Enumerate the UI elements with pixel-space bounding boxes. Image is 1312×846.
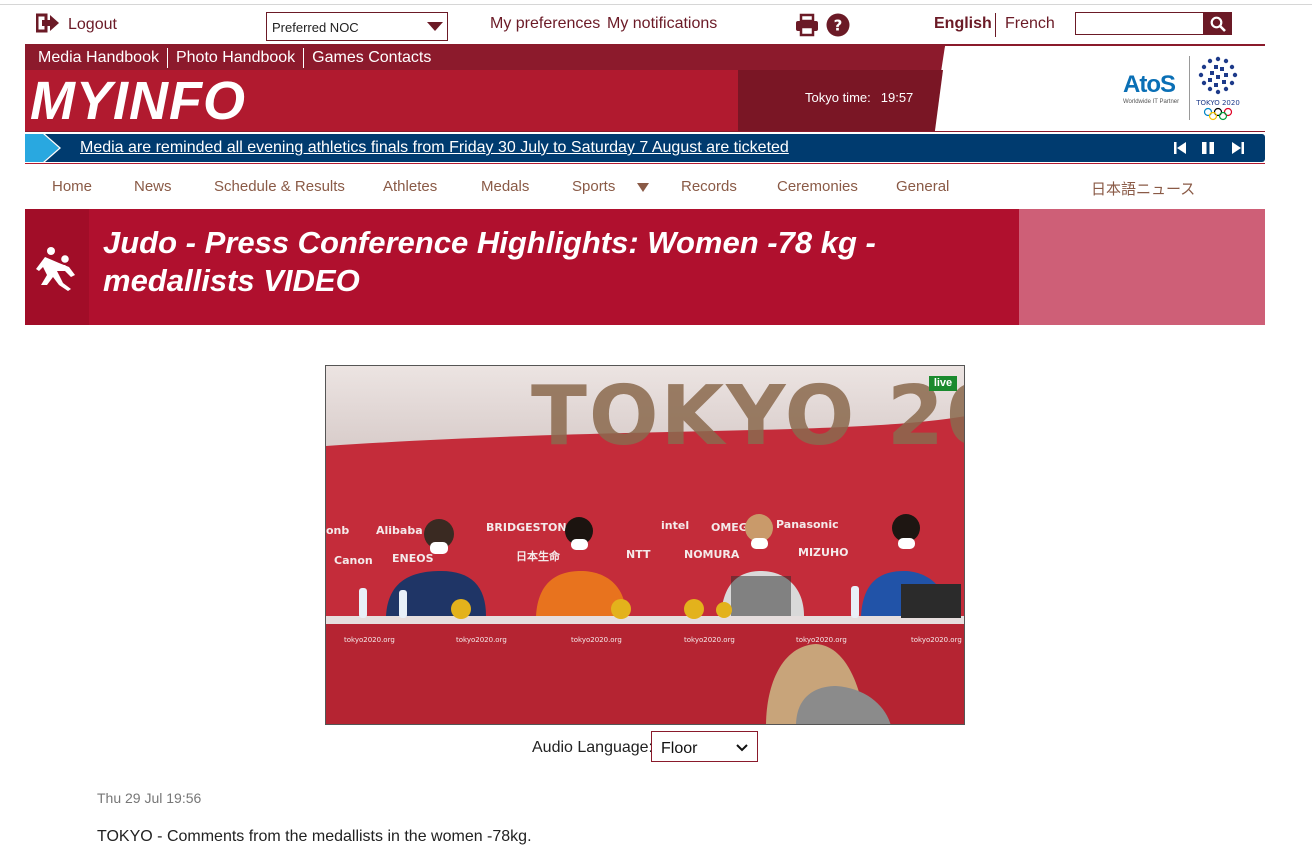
svg-text:NOMURA: NOMURA (684, 548, 740, 561)
pause-icon[interactable] (1201, 140, 1215, 156)
emblem-text: TOKYO 2020 (1196, 99, 1240, 107)
nav-schedule-results[interactable]: Schedule & Results (214, 178, 345, 195)
audio-language-select[interactable]: Floor (651, 731, 758, 762)
my-preferences-link[interactable]: My preferences (490, 15, 600, 33)
nav-medals[interactable]: Medals (481, 178, 529, 195)
video-url-text-5: tokyo2020.org (796, 636, 847, 644)
svg-text:Alibaba: Alibaba (376, 524, 423, 537)
nav-news[interactable]: News (134, 178, 172, 195)
nav-general[interactable]: General (896, 178, 949, 195)
language-divider (995, 13, 996, 37)
svg-text:日本生命: 日本生命 (516, 549, 561, 563)
atos-logo: AtoS Worldwide IT Partner (1123, 72, 1187, 106)
tokyo-time: Tokyo time: 19:57 (805, 90, 913, 105)
video-url-text-2: tokyo2020.org (456, 636, 507, 644)
games-contacts-link[interactable]: Games Contacts (304, 48, 439, 68)
svg-text:Canon: Canon (334, 554, 373, 567)
svg-text:NTT: NTT (626, 548, 651, 561)
sports-dropdown-icon[interactable] (637, 183, 649, 192)
media-handbook-link[interactable]: Media Handbook (30, 48, 168, 68)
svg-text:ENEOS: ENEOS (392, 552, 434, 565)
audio-language-label: Audio Language: (532, 739, 653, 756)
ticker-message-link[interactable]: Media are reminded all evening athletics… (80, 139, 789, 157)
video-url-text-1: tokyo2020.org (344, 636, 395, 644)
header-top-line (25, 44, 1265, 46)
svg-text:MIZUHO: MIZUHO (798, 546, 849, 559)
logout-link[interactable]: Logout (35, 13, 117, 38)
print-icon[interactable] (795, 13, 819, 37)
search-input[interactable] (1075, 12, 1204, 35)
chevron-down-icon (736, 744, 748, 752)
language-french-link[interactable]: French (1005, 15, 1055, 33)
handbook-links: Media Handbook Photo Handbook Games Cont… (30, 47, 439, 69)
audio-language-value: Floor (661, 740, 698, 757)
help-icon[interactable]: ? (826, 13, 850, 37)
article-body: TOKYO - Comments from the medallists in … (97, 828, 532, 845)
nav-ceremonies[interactable]: Ceremonies (777, 178, 858, 195)
judo-icon (25, 209, 89, 325)
language-english-link[interactable]: English (934, 15, 992, 33)
svg-text:BRIDGESTONE: BRIDGESTONE (486, 521, 574, 534)
logo-divider (1189, 56, 1190, 120)
site-title[interactable]: MYINFO (30, 72, 246, 130)
skip-previous-icon[interactable] (1173, 140, 1187, 156)
top-divider (0, 4, 1312, 5)
svg-text:?: ? (834, 17, 843, 35)
skip-next-icon[interactable] (1231, 140, 1245, 156)
nav-sports[interactable]: Sports (572, 178, 615, 195)
search-button[interactable] (1204, 12, 1232, 35)
video-url-text-6: tokyo2020.org (911, 636, 962, 644)
atos-tagline: Worldwide IT Partner (1123, 99, 1180, 105)
preferred-noc-select[interactable]: Preferred NOC (266, 12, 448, 41)
chevron-down-icon (427, 22, 443, 31)
video-url-text-3: tokyo2020.org (571, 636, 622, 644)
nav-japanese-news[interactable]: 日本語ニュース (1091, 178, 1195, 199)
logout-label: Logout (68, 16, 117, 33)
svg-text:onb: onb (326, 524, 349, 537)
live-badge: live (929, 376, 957, 391)
my-notifications-link[interactable]: My notifications (607, 15, 717, 33)
logout-icon (35, 13, 60, 38)
nav-records[interactable]: Records (681, 178, 737, 195)
atos-logo-text: AtoS (1123, 71, 1176, 98)
tokyo-2020-emblem: TOKYO 2020 (1195, 55, 1240, 123)
header-bottom-line (25, 131, 1265, 132)
tokyo-time-value: 19:57 (880, 90, 914, 105)
svg-text:intel: intel (661, 519, 689, 532)
svg-text:Panasonic: Panasonic (776, 518, 839, 531)
video-backdrop-text: TOKYO 202 (531, 369, 965, 464)
search-icon (1210, 16, 1226, 32)
nav-home[interactable]: Home (52, 178, 92, 195)
ticker-bottom-line (25, 163, 1265, 164)
nav-athletes[interactable]: Athletes (383, 178, 437, 195)
article-title: Judo - Press Conference Highlights: Wome… (103, 225, 876, 298)
video-url-text-4: tokyo2020.org (684, 636, 735, 644)
article-date: Thu 29 Jul 19:56 (97, 790, 202, 806)
noc-select-value: Preferred NOC (272, 20, 359, 35)
video-player[interactable]: TOKYO 202 onbAlibabaBRIDGESTONE intelOME… (325, 365, 965, 725)
tokyo-time-label: Tokyo time: (805, 90, 871, 105)
photo-handbook-link[interactable]: Photo Handbook (168, 48, 305, 68)
ticker-arrow-icon (25, 134, 61, 162)
